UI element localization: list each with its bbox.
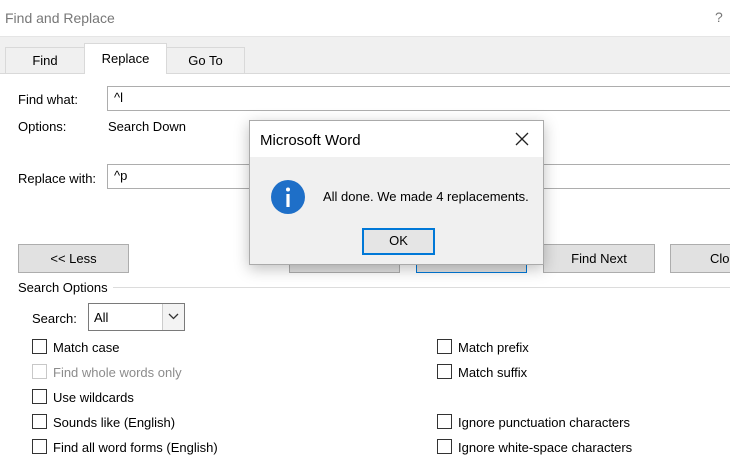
match-prefix-label: Match prefix: [458, 340, 529, 355]
find-next-button-label: Find Next: [571, 251, 627, 266]
whole-words-label: Find whole words only: [53, 365, 182, 380]
window-title: Find and Replace: [5, 10, 115, 26]
close-icon[interactable]: [512, 129, 532, 149]
ok-button-label: OK: [389, 233, 408, 248]
search-direction-select[interactable]: All: [88, 303, 185, 331]
tab-replace-label: Replace: [101, 51, 150, 66]
close-button[interactable]: Clo: [670, 244, 730, 273]
less-button-label: << Less: [50, 251, 97, 266]
replace-with-label: Replace with:: [18, 171, 97, 186]
dialog-message: All done. We made 4 replacements.: [323, 189, 529, 204]
search-direction-value: All: [94, 310, 109, 325]
match-case-checkbox[interactable]: [32, 339, 47, 354]
use-wildcards-checkbox[interactable]: [32, 389, 47, 404]
sounds-like-label: Sounds like (English): [53, 415, 176, 430]
options-value: Search Down: [108, 119, 187, 134]
word-forms-label: Find all word forms (English): [53, 440, 218, 455]
ignore-whitespace-label: Ignore white-space characters: [458, 440, 633, 455]
ignore-whitespace-checkbox[interactable]: [437, 439, 452, 454]
search-direction-label: Search:: [32, 311, 77, 326]
match-suffix-label: Match suffix: [458, 365, 528, 380]
message-dialog: Microsoft Word All done. We made 4 repla…: [249, 120, 544, 265]
title-bar: Find and Replace ?: [0, 0, 730, 37]
match-case-label: Match case: [53, 340, 120, 355]
tab-strip: Find Replace Go To: [0, 37, 730, 74]
search-options-divider: [113, 287, 730, 288]
sounds-like-checkbox[interactable]: [32, 414, 47, 429]
replace-with-value: ^p: [114, 168, 128, 183]
dialog-title: Microsoft Word: [260, 132, 361, 149]
tab-replace[interactable]: Replace: [84, 43, 167, 74]
find-what-value: ^l: [114, 90, 123, 105]
match-suffix-checkbox[interactable]: [437, 364, 452, 379]
less-button[interactable]: << Less: [18, 244, 129, 273]
info-icon: [270, 179, 306, 218]
chevron-down-icon[interactable]: [162, 304, 184, 330]
find-next-button[interactable]: Find Next: [543, 244, 655, 273]
ignore-punctuation-checkbox[interactable]: [437, 414, 452, 429]
tab-find[interactable]: Find: [5, 47, 85, 74]
word-forms-checkbox[interactable]: [32, 439, 47, 454]
help-button[interactable]: ?: [715, 9, 723, 25]
match-prefix-checkbox[interactable]: [437, 339, 452, 354]
close-button-label: Clo: [710, 251, 730, 266]
tab-goto[interactable]: Go To: [166, 47, 245, 74]
tab-goto-label: Go To: [188, 53, 223, 68]
ok-button[interactable]: OK: [362, 228, 435, 255]
find-what-label: Find what:: [18, 92, 78, 107]
options-label: Options:: [18, 119, 67, 134]
whole-words-checkbox: [32, 364, 47, 379]
find-what-input[interactable]: ^l: [107, 86, 730, 111]
ignore-punctuation-label: Ignore punctuation characters: [458, 415, 630, 430]
search-options-heading: Search Options: [18, 280, 108, 295]
dialog-title-bar: Microsoft Word: [250, 121, 543, 157]
tab-find-label: Find: [32, 53, 58, 68]
use-wildcards-label: Use wildcards: [53, 390, 134, 405]
